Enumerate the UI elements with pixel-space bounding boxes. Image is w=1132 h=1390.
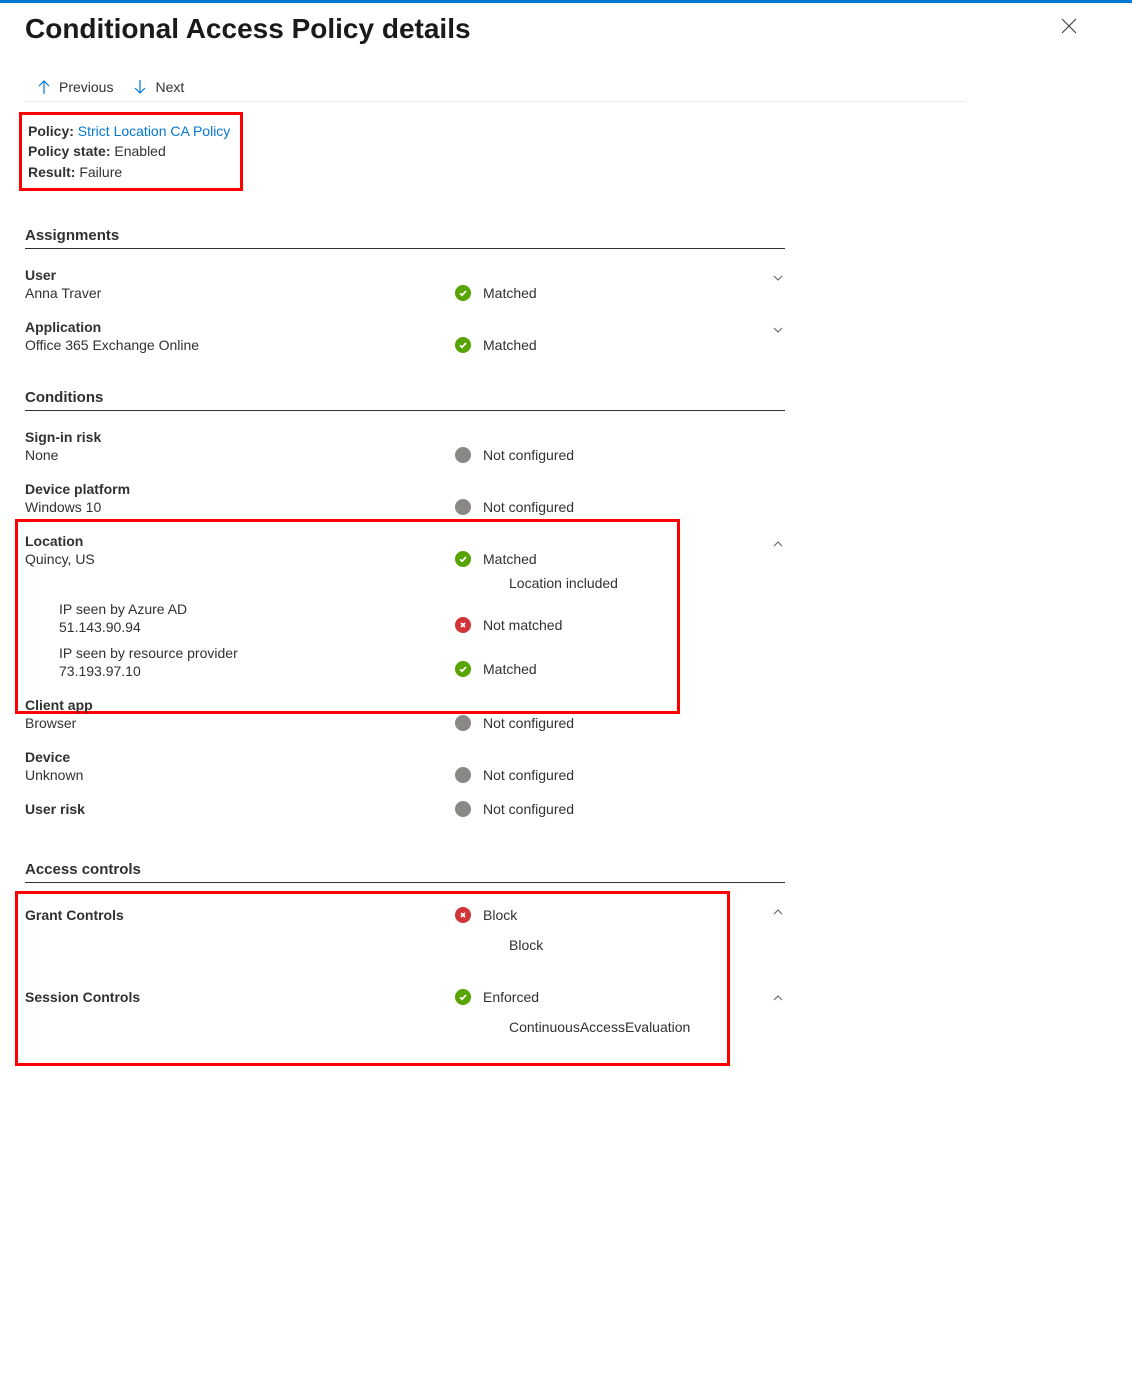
next-label: Next: [155, 79, 184, 95]
client-app-value: Browser: [25, 715, 455, 731]
application-value: Office 365 Exchange Online: [25, 337, 455, 353]
chevron-up-icon: [771, 905, 785, 922]
chevron-up-icon: [771, 537, 785, 554]
ip-resource-value: 73.193.97.10: [59, 663, 455, 679]
device-platform-status: Not configured: [483, 499, 574, 515]
session-controls-row[interactable]: Session Controls Enforced: [25, 953, 785, 1005]
session-controls-label: Session Controls: [25, 989, 455, 1005]
session-controls-note: ContinuousAccessEvaluation: [25, 1019, 785, 1035]
device-row: Device Unknown Not configured: [25, 731, 785, 783]
client-app-label: Client app: [25, 697, 455, 713]
access-controls-heading: Access controls: [25, 861, 785, 883]
policy-line: Policy: Strict Location CA Policy: [22, 121, 230, 141]
check-icon: [455, 285, 471, 301]
ip-resource-label: IP seen by resource provider: [59, 645, 455, 661]
grant-controls-label: Grant Controls: [25, 907, 455, 923]
ip-azure-row: IP seen by Azure AD 51.143.90.94 Not mat…: [25, 591, 785, 635]
policy-result-value: Failure: [79, 164, 122, 180]
policy-label: Policy:: [28, 123, 74, 139]
ip-resource-status: Matched: [483, 661, 537, 677]
dot-icon: [455, 447, 471, 463]
page-title: Conditional Access Policy details: [25, 13, 471, 45]
ip-azure-label: IP seen by Azure AD: [59, 601, 455, 617]
assignments-section: Assignments User Anna Traver Matched App…: [25, 227, 785, 353]
next-button[interactable]: Next: [133, 79, 184, 95]
dot-icon: [455, 499, 471, 515]
grant-controls-note: Block: [25, 937, 785, 953]
previous-button[interactable]: Previous: [37, 79, 113, 95]
grant-controls-status: Block: [483, 907, 517, 923]
signin-risk-value: None: [25, 447, 455, 463]
policy-name-link[interactable]: Strict Location CA Policy: [78, 123, 231, 139]
location-note: Location included: [25, 575, 785, 591]
ip-resource-row: IP seen by resource provider 73.193.97.1…: [25, 635, 785, 679]
chevron-down-icon: [771, 271, 785, 288]
conditions-heading: Conditions: [25, 389, 785, 411]
check-icon: [455, 337, 471, 353]
location-value: Quincy, US: [25, 551, 455, 567]
dot-icon: [455, 715, 471, 731]
check-icon: [455, 989, 471, 1005]
check-icon: [455, 551, 471, 567]
policy-result-label: Result:: [28, 164, 75, 180]
policy-state-line: Policy state: Enabled: [22, 141, 230, 161]
application-status: Matched: [483, 337, 537, 353]
device-platform-label: Device platform: [25, 481, 455, 497]
application-row[interactable]: Application Office 365 Exchange Online M…: [25, 301, 785, 353]
assignments-heading: Assignments: [25, 227, 785, 249]
dot-icon: [455, 767, 471, 783]
location-status: Matched: [483, 551, 537, 567]
user-label: User: [25, 267, 455, 283]
user-risk-label: User risk: [25, 801, 455, 817]
chevron-up-icon: [771, 991, 785, 1008]
dot-icon: [455, 801, 471, 817]
location-label: Location: [25, 533, 455, 549]
user-row[interactable]: User Anna Traver Matched: [25, 249, 785, 301]
policy-state-label: Policy state:: [28, 143, 110, 159]
conditions-section: Conditions Sign-in risk None Not configu…: [25, 389, 785, 817]
signin-risk-row: Sign-in risk None Not configured: [25, 411, 785, 463]
location-row[interactable]: Location Quincy, US Matched: [25, 515, 785, 567]
device-value: Unknown: [25, 767, 455, 783]
policy-result-line: Result: Failure: [22, 162, 230, 182]
previous-label: Previous: [59, 79, 113, 95]
grant-controls-row[interactable]: Grant Controls Block: [25, 883, 785, 923]
chevron-down-icon: [771, 323, 785, 340]
device-platform-value: Windows 10: [25, 499, 455, 515]
cross-icon: [455, 907, 471, 923]
close-icon: [1061, 18, 1077, 34]
user-status: Matched: [483, 285, 537, 301]
client-app-status: Not configured: [483, 715, 574, 731]
application-label: Application: [25, 319, 455, 335]
client-app-row: Client app Browser Not configured: [25, 679, 785, 731]
cross-icon: [455, 617, 471, 633]
ip-azure-value: 51.143.90.94: [59, 619, 455, 635]
policy-state-value: Enabled: [114, 143, 165, 159]
signin-risk-label: Sign-in risk: [25, 429, 455, 445]
check-icon: [455, 661, 471, 677]
user-risk-row: User risk Not configured: [25, 783, 785, 817]
user-value: Anna Traver: [25, 285, 455, 301]
device-platform-row: Device platform Windows 10 Not configure…: [25, 463, 785, 515]
user-risk-status: Not configured: [483, 801, 574, 817]
arrow-up-icon: [37, 79, 51, 95]
ip-azure-status: Not matched: [483, 617, 562, 633]
device-status: Not configured: [483, 767, 574, 783]
signin-risk-status: Not configured: [483, 447, 574, 463]
arrow-down-icon: [133, 79, 147, 95]
nav-row: Previous Next: [25, 65, 965, 102]
access-controls-section: Access controls Grant Controls Block Blo…: [25, 861, 785, 1035]
policy-summary-highlight: Policy: Strict Location CA Policy Policy…: [19, 112, 243, 191]
session-controls-status: Enforced: [483, 989, 539, 1005]
close-button[interactable]: [1057, 13, 1081, 44]
device-label: Device: [25, 749, 455, 765]
